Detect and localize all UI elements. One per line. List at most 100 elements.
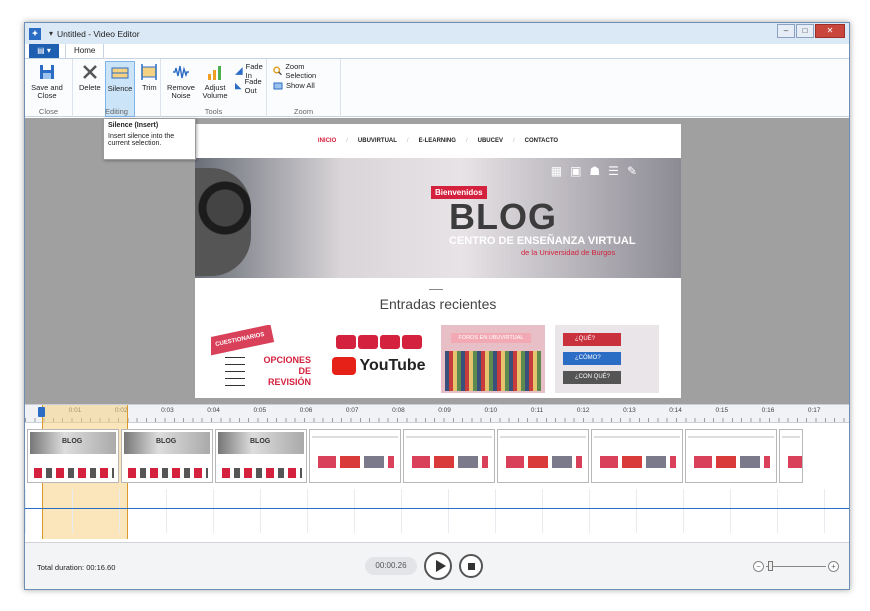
zoom-selection-icon — [273, 66, 282, 75]
ruler-tick-label: 0:04 — [207, 407, 220, 414]
tab-home[interactable]: Home — [65, 43, 105, 58]
ruler-tick-label: 0:14 — [669, 407, 682, 414]
minimize-button[interactable]: – — [777, 24, 795, 38]
volume-bars-icon — [208, 66, 221, 80]
nav-contacto: CONTACTO — [524, 138, 559, 144]
youtube-logo-text: YouTube — [359, 357, 426, 374]
quick-access-toolbar[interactable]: ▾ — [49, 29, 53, 38]
blog-subtitle: CENTRO DE ENSEÑANZA VIRTUAL — [449, 235, 636, 247]
tools-group: Remove Noise Adjust Volume Fade In Fade … — [161, 59, 267, 117]
divider — [429, 289, 443, 290]
group-label-close: Close — [38, 107, 59, 116]
stop-button[interactable] — [459, 554, 483, 578]
blog-subtitle-university: de la Universidad de Burgos — [521, 248, 616, 257]
camera-image — [195, 168, 251, 276]
group-label-zoom: Zoom — [293, 107, 314, 116]
nav-ubuvirtual: UBUVIRTUAL — [357, 138, 397, 144]
video-track[interactable]: BLOG BLOG BLOG — [27, 429, 803, 483]
preview-frame: INICIO / UBUVIRTUAL / E-LEARNING / UBUCE… — [195, 124, 681, 398]
video-frame: BLOG — [121, 429, 213, 483]
fade-in-icon — [235, 66, 243, 75]
tooltip-body: Insert silence into the current selectio… — [108, 133, 175, 147]
nav-inicio: INICIO — [317, 138, 337, 144]
video-frame — [779, 429, 803, 483]
total-duration: Total duration: 00:16.60 — [37, 563, 116, 572]
video-frame — [685, 429, 777, 483]
close-group: Save and Close Close — [25, 59, 73, 117]
blog-heading: BLOG — [449, 196, 557, 237]
ruler-tick-label: 0:17 — [807, 407, 821, 414]
playhead[interactable] — [38, 407, 45, 417]
text-icon: ☰ — [608, 164, 619, 178]
ruler-tick-label: 0:12 — [576, 407, 590, 414]
app-icon: ✦ — [29, 27, 41, 40]
recent-posts-heading: Entradas recientes — [379, 296, 497, 312]
zoom-out-icon[interactable]: − — [753, 561, 764, 572]
webpage-nav: INICIO / UBUVIRTUAL / E-LEARNING / UBUCE… — [317, 138, 559, 144]
hero-icons: ▦ ▣ ☗ ☰ ✎ — [551, 164, 637, 178]
silence-icon — [111, 67, 129, 79]
window-title: Untitled - Video Editor — [57, 28, 140, 39]
people-icon: ☗ — [589, 164, 601, 178]
post-thumbnail-questions: ¿QUÉ? ¿CÓMO? ¿CON QUÉ? — [555, 325, 659, 393]
close-window-button[interactable]: ✕ — [815, 24, 845, 38]
crowd-image — [445, 351, 541, 391]
post-thumbnail-youtube: YouTube — [327, 325, 431, 393]
show-all-button[interactable]: Show All — [273, 78, 334, 93]
ruler-tick-label: 0:10 — [484, 407, 498, 414]
thumb-question: ¿QUÉ? — [563, 333, 621, 346]
ruler-tick-label: 0:07 — [345, 407, 359, 414]
video-frame — [591, 429, 683, 483]
ruler-tick-label: 0:16 — [761, 407, 775, 414]
post-thumbnail-cuestionarios: CUESTIONARIOS OPCIONES DE REVISIÓN — [211, 325, 315, 393]
hero-banner: ▦ ▣ ☗ ☰ ✎ Bienvenidos BLOG CENTRO DE ENS… — [195, 158, 681, 278]
maximize-button[interactable]: □ — [796, 24, 814, 38]
save-icon — [40, 65, 54, 79]
zoom-in-icon[interactable]: + — [828, 561, 839, 572]
nav-elearning: E-LEARNING — [418, 138, 456, 144]
video-frame: BLOG — [215, 429, 307, 483]
ribbon: Save and Close Close Delete Silence Trim… — [25, 59, 849, 117]
silence-tooltip: Silence (Insert) Insert silence into the… — [103, 118, 196, 160]
zoom-selection-button[interactable]: Zoom Selection — [273, 62, 334, 80]
video-frame — [403, 429, 495, 483]
video-frame: BLOG — [27, 429, 119, 483]
video-editor-window: ✦ ▾ Untitled - Video Editor – □ ✕ ▤ ▾ Ho… — [24, 22, 850, 590]
file-menu-tab[interactable]: ▤ ▾ — [29, 44, 59, 58]
zoom-slider[interactable]: − + — [753, 561, 839, 572]
ruler-tick-label: 0:06 — [299, 407, 313, 414]
zoom-group: Zoom Selection Show All Zoom — [267, 59, 341, 117]
editing-group: Delete Silence Trim Editing — [73, 59, 161, 117]
group-label-editing: Editing — [105, 107, 128, 116]
video-frame — [309, 429, 401, 483]
thumb-label: FOROS EN UBUVIRTUAL — [451, 333, 531, 343]
delete-icon — [82, 65, 97, 79]
zoom-slider-knob[interactable] — [768, 561, 773, 571]
show-all-icon — [273, 82, 283, 89]
video-preview: INICIO / UBUVIRTUAL / E-LEARNING / UBUCE… — [25, 118, 849, 404]
fade-out-button[interactable]: Fade Out — [235, 77, 265, 95]
time-ruler[interactable]: 0:010:020:030:040:050:060:070:080:090:10… — [25, 405, 849, 423]
thumb-question: ¿CON QUÉ? — [563, 371, 621, 384]
ruler-tick-label: 0:15 — [715, 407, 729, 414]
nav-ubucev: UBUCEV — [477, 138, 503, 144]
fade-out-icon — [235, 82, 242, 89]
ruler-tick-label: 0:05 — [253, 407, 267, 414]
audio-track[interactable] — [25, 489, 849, 533]
checklist-icon — [225, 357, 245, 391]
playback-bar: Total duration: 00:16.60 00:00.26 − + — [25, 542, 849, 589]
video-frame — [497, 429, 589, 483]
youtube-play-icon — [332, 357, 357, 375]
group-label-tools: Tools — [204, 107, 223, 116]
ribbon-tabs: ▤ ▾ Home — [25, 43, 849, 59]
thumb-banner: CUESTIONARIOS — [211, 325, 275, 356]
tooltip-title: Silence (Insert) — [108, 122, 159, 129]
film-icon: ▦ — [550, 164, 563, 178]
post-thumbnail-foros: FOROS EN UBUVIRTUAL — [441, 325, 545, 393]
ruler-tick-label: 0:08 — [392, 407, 405, 414]
thumb-text: OPCIONES DE REVISIÓN — [263, 355, 311, 387]
play-button[interactable] — [424, 552, 452, 580]
timeline[interactable]: 0:010:020:030:040:050:060:070:080:090:10… — [25, 404, 849, 542]
ruler-tick-label: 0:13 — [623, 407, 636, 414]
ruler-tick-label: 0:11 — [530, 407, 544, 414]
